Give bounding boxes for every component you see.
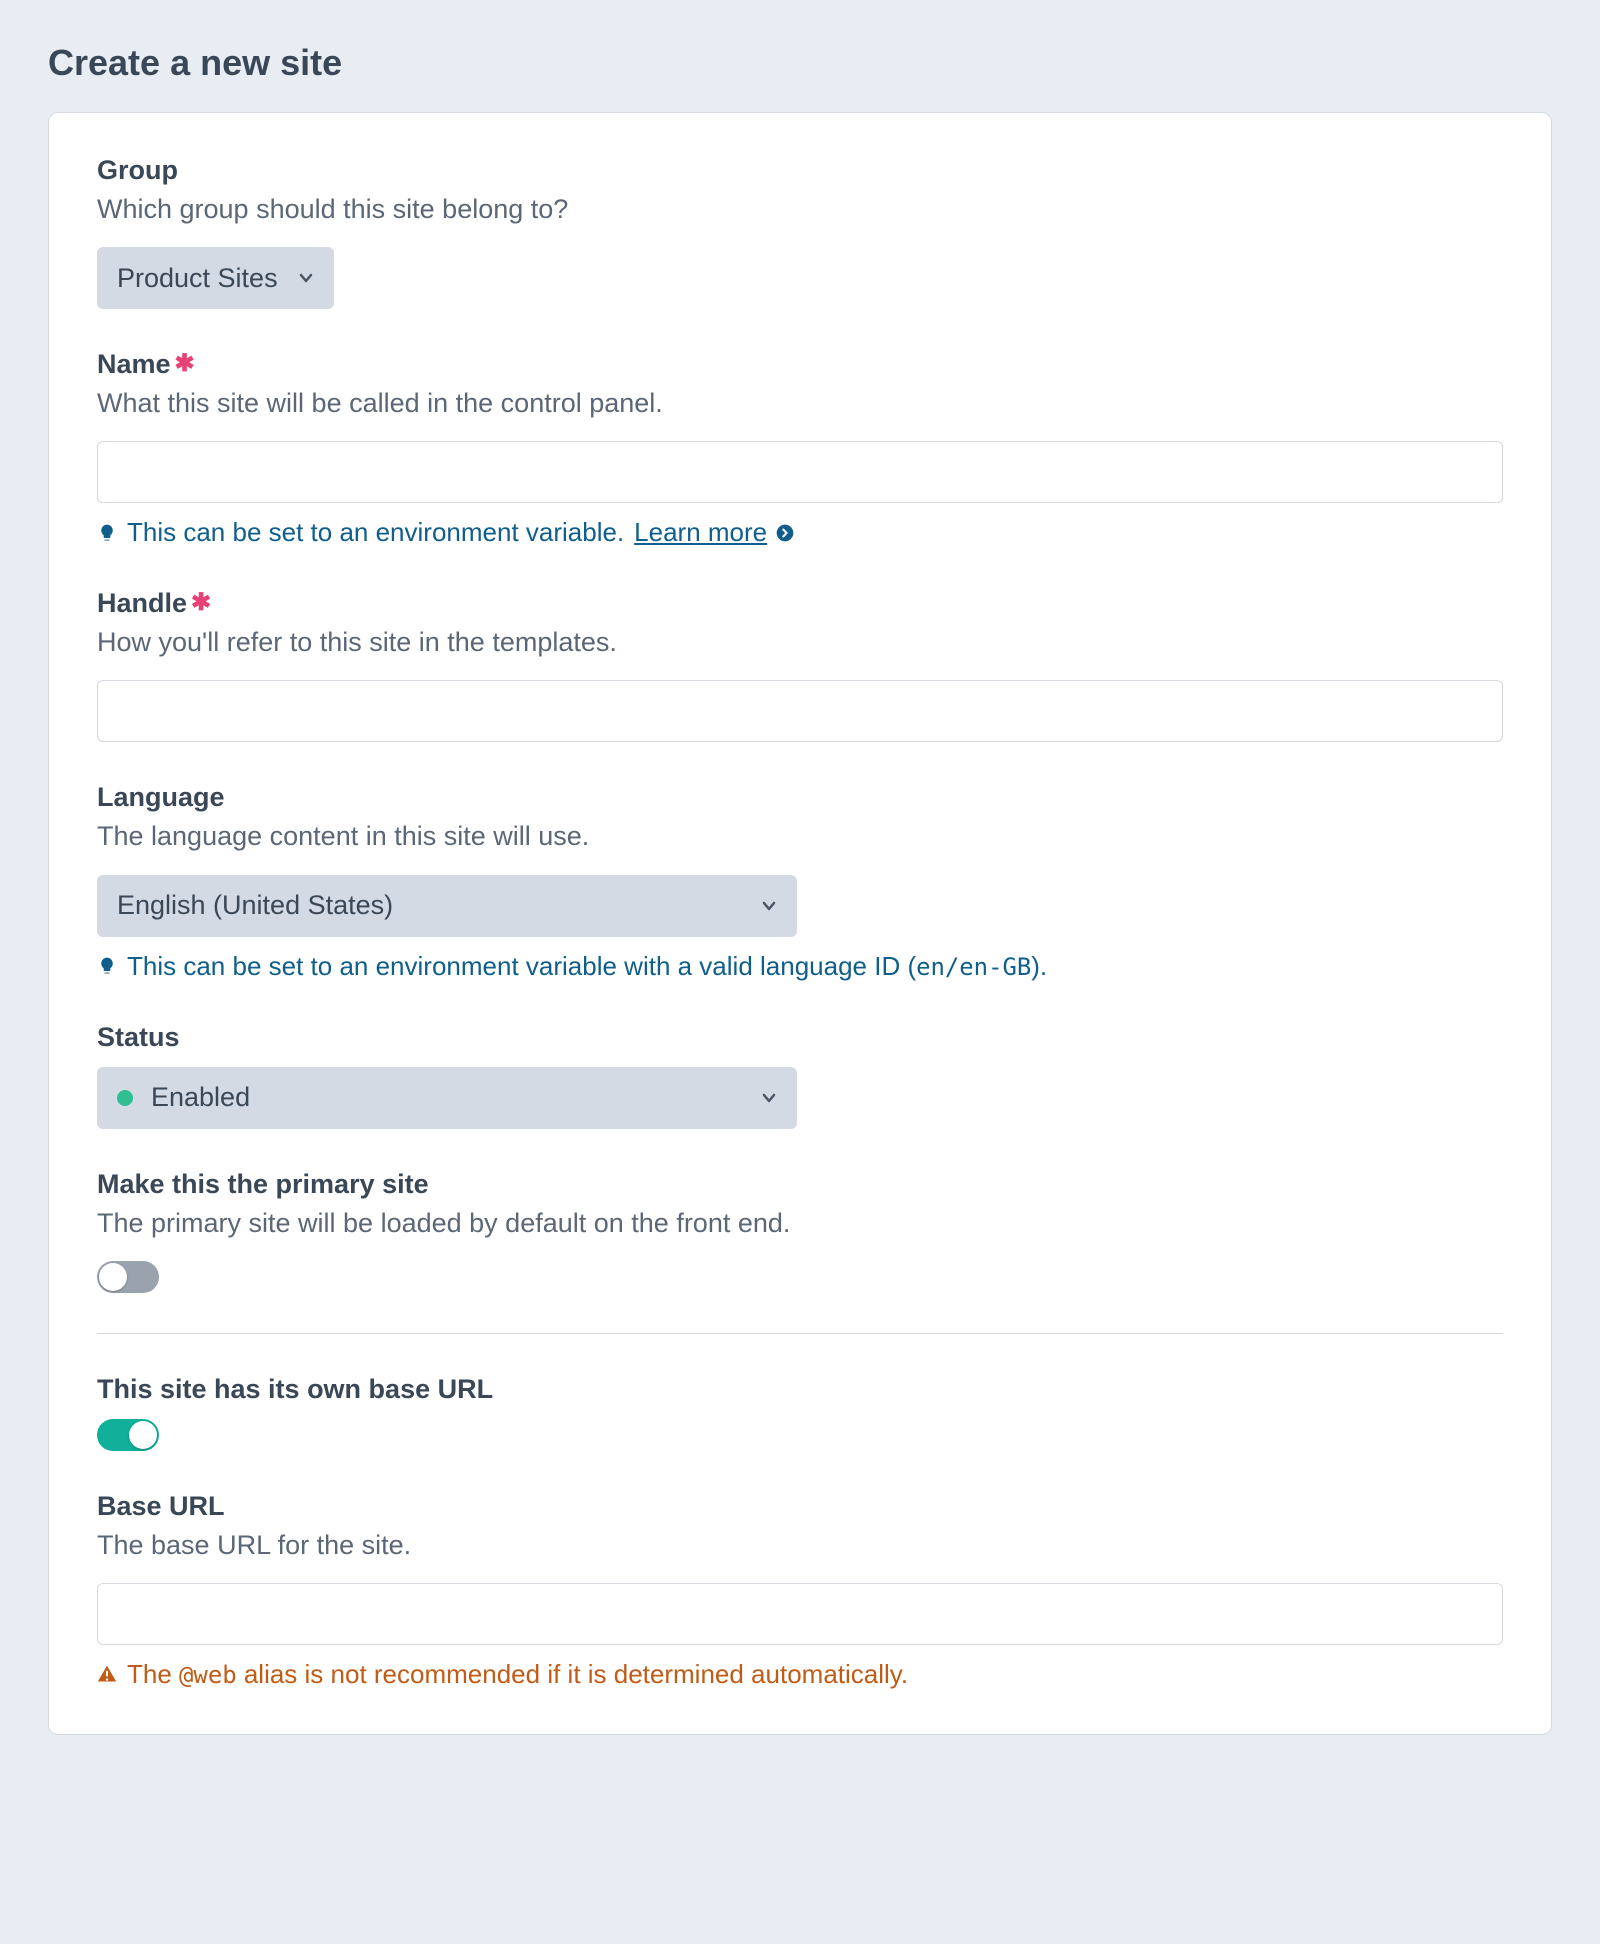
field-language: Language The language content in this si… [97, 782, 1503, 981]
has-base-url-label: This site has its own base URL [97, 1374, 1503, 1405]
group-label: Group [97, 155, 1503, 186]
language-select[interactable]: English (United States) [97, 875, 797, 937]
status-select-value: Enabled [151, 1082, 250, 1113]
required-indicator: ✱ [191, 589, 211, 616]
divider [97, 1333, 1503, 1334]
has-base-url-toggle[interactable] [97, 1419, 159, 1451]
required-indicator: ✱ [175, 350, 195, 377]
warning-icon [97, 1664, 117, 1684]
handle-instructions: How you'll refer to this site in the tem… [97, 623, 1503, 662]
language-env-tip: This can be set to an environment variab… [97, 951, 1503, 982]
status-select[interactable]: Enabled [97, 1067, 797, 1129]
form-panel: Group Which group should this site belon… [48, 112, 1552, 1735]
group-instructions: Which group should this site belong to? [97, 190, 1503, 229]
field-group: Group Which group should this site belon… [97, 155, 1503, 309]
base-url-input[interactable] [97, 1583, 1503, 1645]
field-handle: Handle✱ How you'll refer to this site in… [97, 588, 1503, 742]
field-status: Status Enabled [97, 1022, 1503, 1129]
status-dot-icon [117, 1090, 133, 1106]
group-select[interactable]: Product Sites [97, 247, 334, 309]
language-label: Language [97, 782, 1503, 813]
base-url-warning: The @web alias is not recommended if it … [97, 1659, 1503, 1690]
status-label: Status [97, 1022, 1503, 1053]
handle-input[interactable] [97, 680, 1503, 742]
arrow-circle-right-icon [775, 523, 795, 543]
base-url-instructions: The base URL for the site. [97, 1526, 1503, 1565]
base-url-warning-text: The @web alias is not recommended if it … [127, 1659, 908, 1690]
handle-label: Handle✱ [97, 588, 1503, 619]
language-instructions: The language content in this site will u… [97, 817, 1503, 856]
field-base-url: Base URL The base URL for the site. The … [97, 1491, 1503, 1690]
name-label: Name✱ [97, 349, 1503, 380]
group-select-value: Product Sites [117, 263, 278, 294]
name-input[interactable] [97, 441, 1503, 503]
field-name: Name✱ What this site will be called in t… [97, 349, 1503, 548]
base-url-label: Base URL [97, 1491, 1503, 1522]
chevron-down-icon [759, 1088, 779, 1108]
lightbulb-icon [97, 956, 117, 976]
language-select-value: English (United States) [117, 890, 393, 921]
field-primary: Make this the primary site The primary s… [97, 1169, 1503, 1293]
chevron-down-icon [759, 896, 779, 916]
name-env-tip: This can be set to an environment variab… [97, 517, 1503, 548]
primary-label: Make this the primary site [97, 1169, 1503, 1200]
name-env-tip-text: This can be set to an environment variab… [127, 517, 624, 548]
lightbulb-icon [97, 523, 117, 543]
page-title: Create a new site [48, 42, 1552, 84]
primary-instructions: The primary site will be loaded by defau… [97, 1204, 1503, 1243]
name-instructions: What this site will be called in the con… [97, 384, 1503, 423]
chevron-down-icon [296, 268, 316, 288]
language-env-tip-text: This can be set to an environment variab… [127, 951, 1047, 982]
field-has-base-url: This site has its own base URL [97, 1374, 1503, 1451]
primary-toggle[interactable] [97, 1261, 159, 1293]
name-env-learn-more-link[interactable]: Learn more [634, 517, 767, 548]
